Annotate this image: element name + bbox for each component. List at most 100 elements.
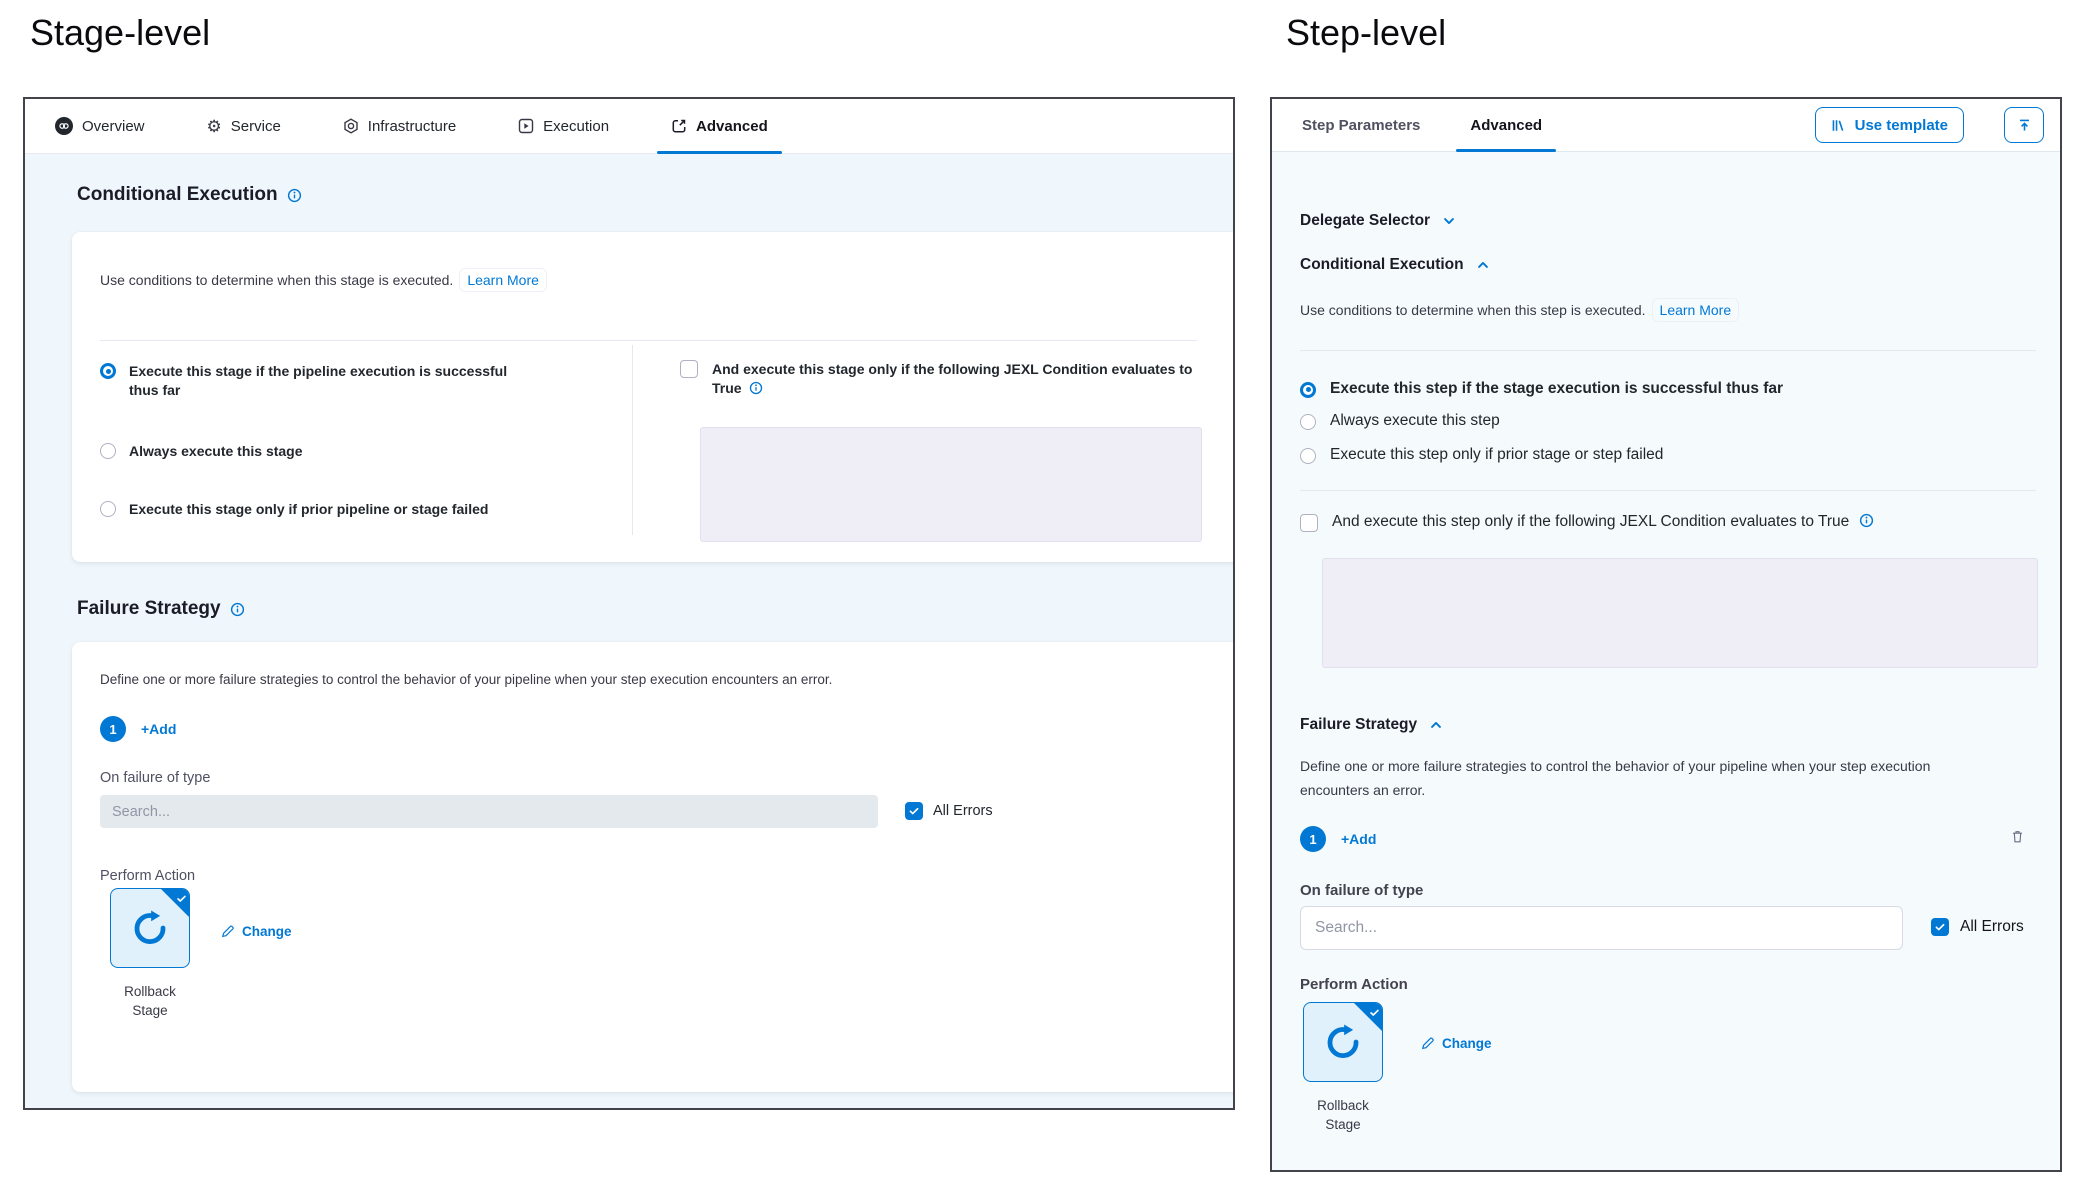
step-panel: Step Parameters Advanced Use template De… <box>1270 97 2062 1172</box>
upload-icon <box>2017 118 2032 133</box>
tab-step-parameters[interactable]: Step Parameters <box>1302 99 1420 151</box>
execution-icon <box>518 118 534 134</box>
trash-icon <box>2010 829 2025 844</box>
stage-tabbar: Overview ⚙ Service Infrastructure Execut… <box>25 99 1233 154</box>
delete-strategy-button[interactable] <box>2010 829 2025 844</box>
rollback-stage-label: Rollback Stage <box>105 982 195 1020</box>
library-icon <box>1831 118 1846 133</box>
on-failure-of-type-label: On failure of type <box>1300 882 1423 899</box>
tab-step-advanced[interactable]: Advanced <box>1470 99 1542 151</box>
radio-option-label: Execute this stage if the pipeline execu… <box>129 362 509 400</box>
jexl-condition-checkbox-row[interactable]: And execute this step only if the follow… <box>1300 512 1874 534</box>
pencil-icon <box>1420 1036 1435 1051</box>
jexl-condition-checkbox-row[interactable]: And execute this stage only if the follo… <box>680 360 1235 400</box>
jexl-checkbox-label: And execute this stage only if the follo… <box>712 361 1192 396</box>
conditional-execution-section[interactable]: Conditional Execution <box>1300 256 1490 274</box>
change-action-link[interactable]: Change <box>1420 1036 1492 1051</box>
add-strategy-button[interactable]: +Add <box>1341 831 1376 847</box>
perform-action-label: Perform Action <box>1300 976 1408 993</box>
pencil-icon <box>220 924 235 939</box>
perform-action-label: Perform Action <box>100 868 195 884</box>
service-icon: ⚙ <box>207 118 222 135</box>
infrastructure-icon <box>343 118 359 134</box>
use-template-button[interactable]: Use template <box>1815 107 1964 143</box>
step-ce-description: Use conditions to determine when this st… <box>1300 302 1646 318</box>
all-errors-checkbox-row[interactable]: All Errors <box>1931 918 2024 936</box>
overview-icon <box>55 117 73 135</box>
stage-level-title: Stage-level <box>30 12 210 54</box>
radio-option-prior-failed[interactable]: Execute this stage only if prior pipelin… <box>100 500 560 519</box>
all-errors-checkbox-row[interactable]: All Errors <box>905 802 993 820</box>
strategy-count-badge[interactable]: 1 <box>100 716 126 742</box>
failure-strategy-description: Define one or more failure strategies to… <box>100 672 832 687</box>
chevron-up-icon <box>1429 718 1443 732</box>
failure-strategy-section[interactable]: Failure Strategy <box>1300 716 1443 734</box>
all-errors-label: All Errors <box>933 803 993 819</box>
radio-option-label: Execute this stage only if prior pipelin… <box>129 500 488 519</box>
conditional-execution-card: Use conditions to determine when this st… <box>72 232 1235 562</box>
tab-advanced[interactable]: Advanced <box>671 99 768 153</box>
learn-more-link[interactable]: Learn More <box>459 268 547 292</box>
tab-execution[interactable]: Execution <box>518 99 609 153</box>
checkbox-checked-icon <box>905 802 923 820</box>
radio-option-label: Execute this step if the stage execution… <box>1330 379 1783 399</box>
use-template-label: Use template <box>1855 117 1948 134</box>
delegate-selector-heading: Delegate Selector <box>1300 212 1430 230</box>
radio-icon <box>1300 414 1316 430</box>
info-icon[interactable] <box>230 602 245 617</box>
radio-icon <box>1300 448 1316 464</box>
jexl-checkbox-label: And execute this step only if the follow… <box>1332 513 1849 530</box>
jexl-condition-input[interactable] <box>700 427 1202 542</box>
rollback-stage-label: Rollback Stage <box>1298 1096 1388 1134</box>
radio-option-always-execute-step[interactable]: Always execute this step <box>1300 411 1500 431</box>
tab-infrastructure[interactable]: Infrastructure <box>343 99 456 153</box>
step-level-title: Step-level <box>1286 12 1446 54</box>
info-icon[interactable] <box>1859 513 1874 534</box>
rollback-stage-tile[interactable] <box>1303 1002 1383 1082</box>
tab-service[interactable]: ⚙ Service <box>207 99 281 153</box>
check-icon <box>1369 1005 1380 1023</box>
step-fs-description: Define one or more failure strategies to… <box>1300 754 1990 802</box>
radio-option-pipeline-success[interactable]: Execute this stage if the pipeline execu… <box>100 362 540 400</box>
failure-type-search-input[interactable] <box>100 795 878 828</box>
info-icon[interactable] <box>749 381 763 400</box>
change-label: Change <box>242 924 292 939</box>
failure-strategy-card: Define one or more failure strategies to… <box>72 642 1235 1092</box>
radio-option-stage-success[interactable]: Execute this step if the stage execution… <box>1300 379 1783 399</box>
tab-execution-label: Execution <box>543 118 609 135</box>
jexl-condition-input[interactable] <box>1322 558 2038 668</box>
screenshot-root: Stage-level Step-level Overview ⚙ Servic… <box>0 0 2087 1189</box>
radio-option-prior-step-failed[interactable]: Execute this step only if prior stage or… <box>1300 445 1663 465</box>
radio-selected-icon <box>1300 382 1316 398</box>
rollback-stage-tile[interactable] <box>110 888 190 968</box>
radio-option-always-execute[interactable]: Always execute this stage <box>100 442 540 461</box>
info-icon[interactable] <box>287 188 302 203</box>
radio-icon <box>100 501 116 517</box>
conditional-execution-heading-text: Conditional Execution <box>77 184 278 206</box>
change-label: Change <box>1442 1036 1492 1051</box>
radio-option-label: Always execute this stage <box>129 442 303 461</box>
all-errors-label: All Errors <box>1960 918 2024 936</box>
failure-strategy-heading: Failure Strategy <box>77 598 245 620</box>
strategy-count-badge[interactable]: 1 <box>1300 826 1326 852</box>
learn-more-link[interactable]: Learn More <box>1652 298 1740 322</box>
conditional-execution-heading: Conditional Execution <box>77 184 302 206</box>
stage-advanced-content: Conditional Execution Use conditions to … <box>25 154 1233 1108</box>
delegate-selector-section[interactable]: Delegate Selector <box>1300 212 1456 230</box>
upload-button[interactable] <box>2004 107 2044 143</box>
tab-step-advanced-label: Advanced <box>1470 117 1542 134</box>
change-action-link[interactable]: Change <box>220 924 292 939</box>
radio-icon <box>100 443 116 459</box>
stage-panel: Overview ⚙ Service Infrastructure Execut… <box>23 97 1235 1110</box>
conditional-execution-description: Use conditions to determine when this st… <box>100 272 453 288</box>
radio-option-label: Always execute this step <box>1330 411 1500 431</box>
tab-advanced-label: Advanced <box>696 118 768 135</box>
tab-overview[interactable]: Overview <box>55 99 145 153</box>
checkbox-checked-icon <box>1931 918 1949 936</box>
failure-strategy-heading: Failure Strategy <box>1300 716 1417 734</box>
radio-option-label: Execute this step only if prior stage or… <box>1330 445 1663 465</box>
step-advanced-content: Delegate Selector Conditional Execution … <box>1272 152 2060 1170</box>
failure-type-search-input[interactable] <box>1300 906 1903 950</box>
add-strategy-button[interactable]: +Add <box>141 721 176 737</box>
on-failure-of-type-label: On failure of type <box>100 770 210 786</box>
